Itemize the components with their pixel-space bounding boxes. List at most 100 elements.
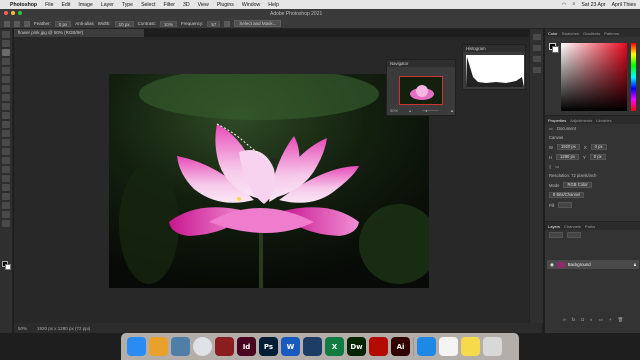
dock-launchpad-icon[interactable]: [149, 337, 168, 356]
eraser-tool-icon[interactable]: [2, 130, 10, 137]
menu-3d[interactable]: 3D: [183, 2, 190, 8]
zoom-in-icon[interactable]: ▲: [450, 108, 454, 114]
dock-notes-icon[interactable]: [461, 337, 480, 356]
status-zoom[interactable]: 50%: [18, 326, 27, 331]
canvas-y-field[interactable]: 0 px: [589, 154, 606, 160]
new-selection-icon[interactable]: [14, 20, 20, 27]
type-tool-icon[interactable]: [2, 175, 10, 182]
eyedropper-tool-icon[interactable]: [2, 85, 10, 92]
blend-mode-select[interactable]: [567, 232, 581, 238]
dock-photo-booth-icon[interactable]: [215, 337, 234, 356]
minimize-window-button[interactable]: [11, 11, 15, 15]
dock-preview-icon[interactable]: [171, 337, 190, 356]
portrait-icon[interactable]: ▯: [549, 164, 551, 169]
dock-illustrator-icon[interactable]: Ai: [391, 337, 410, 356]
dock-quicktime-icon[interactable]: [303, 337, 322, 356]
mode-select[interactable]: RGB Color: [563, 182, 592, 188]
navigator-zoom-value[interactable]: 50%: [390, 108, 398, 114]
move-tool-icon[interactable]: [2, 31, 10, 38]
menu-app-name[interactable]: Photoshop: [10, 2, 37, 8]
lock-icon[interactable]: 🔒︎: [634, 262, 636, 267]
menu-select[interactable]: Select: [141, 2, 155, 8]
select-and-mask-button[interactable]: Select and Mask...: [234, 20, 282, 27]
layer-row-background[interactable]: ◉ Background 🔒︎: [547, 260, 639, 269]
dock-indesign-icon[interactable]: Id: [237, 337, 256, 356]
quick-select-tool-icon[interactable]: [2, 58, 10, 65]
history-icon[interactable]: [533, 34, 541, 40]
dock-photoshop-icon[interactable]: Ps: [259, 337, 278, 356]
blur-tool-icon[interactable]: [2, 148, 10, 155]
status-doc-info[interactable]: 1920 px x 1280 px (72 ppi): [37, 326, 90, 331]
menu-image[interactable]: Image: [78, 2, 92, 8]
tab-swatches[interactable]: Swatches: [562, 31, 579, 36]
trash-icon[interactable]: 🗑︎: [618, 317, 624, 323]
feather-input[interactable]: 0 px: [54, 20, 72, 27]
width-input[interactable]: 10 px: [114, 20, 134, 27]
brush-tool-icon[interactable]: [2, 103, 10, 110]
contrast-input[interactable]: 10%: [159, 20, 177, 27]
hand-tool-icon[interactable]: [2, 202, 10, 209]
color-background-swatch[interactable]: [552, 46, 559, 53]
dock-dreamweaver-icon[interactable]: Dw: [347, 337, 366, 356]
lasso-tool-icon[interactable]: [2, 49, 10, 56]
menu-view[interactable]: View: [198, 2, 209, 8]
menu-filter[interactable]: Filter: [163, 2, 175, 8]
dodge-tool-icon[interactable]: [2, 157, 10, 164]
gradient-tool-icon[interactable]: [2, 139, 10, 146]
magnetic-lasso-icon[interactable]: [4, 20, 10, 27]
navigator-thumbnail[interactable]: [399, 76, 443, 105]
tab-adjustments[interactable]: Adjustments: [570, 118, 592, 123]
document-tab[interactable]: flower pink.jpg @ 50% (RGB/8#): [14, 29, 144, 37]
clock[interactable]: Sat 23 Apr: [581, 2, 605, 8]
search-icon[interactable]: ⌕: [572, 1, 575, 8]
tab-color[interactable]: Color: [548, 31, 558, 36]
zoom-slider[interactable]: ─●────: [422, 108, 439, 114]
dock-finder-icon[interactable]: [127, 337, 146, 356]
menu-help[interactable]: Help: [268, 2, 279, 8]
frequency-input[interactable]: 57: [207, 20, 221, 27]
more-tools-icon[interactable]: [2, 220, 10, 227]
close-window-button[interactable]: [4, 11, 8, 15]
tab-gradients[interactable]: Gradients: [583, 31, 600, 36]
frame-tool-icon[interactable]: [2, 76, 10, 83]
character-icon[interactable]: [533, 56, 541, 62]
pen-tool-icon[interactable]: [2, 166, 10, 173]
tab-patterns[interactable]: Patterns: [604, 31, 619, 36]
bit-depth-select[interactable]: 8 Bits/Channel: [549, 192, 585, 198]
dock-trash-icon[interactable]: [483, 337, 502, 356]
menu-window[interactable]: Window: [242, 2, 260, 8]
menu-edit[interactable]: Edit: [61, 2, 70, 8]
landscape-icon[interactable]: ▭: [555, 164, 559, 169]
shape-tool-icon[interactable]: [2, 193, 10, 200]
fill-select[interactable]: [558, 202, 573, 208]
crop-tool-icon[interactable]: [2, 67, 10, 74]
menu-type[interactable]: Type: [122, 2, 133, 8]
dock-word-icon[interactable]: W: [281, 337, 300, 356]
history-brush-tool-icon[interactable]: [2, 121, 10, 128]
tab-properties[interactable]: Properties: [548, 118, 566, 123]
navigator-panel[interactable]: Navigator 50% ▴ ─●──── ▲: [386, 59, 456, 116]
healing-brush-tool-icon[interactable]: [2, 94, 10, 101]
zoom-out-icon[interactable]: ▴: [409, 108, 411, 114]
fx-icon[interactable]: fx: [572, 317, 576, 323]
wifi-icon[interactable]: ◠: [562, 2, 567, 8]
dock-textedit-icon[interactable]: [439, 337, 458, 356]
histogram-panel[interactable]: Histogram: [462, 44, 526, 90]
dock-acrobat-icon[interactable]: [369, 337, 388, 356]
canvas-x-field[interactable]: 0 px: [590, 144, 607, 150]
group-icon[interactable]: ▭: [599, 317, 603, 323]
new-layer-icon[interactable]: +: [609, 317, 612, 323]
menu-plugins[interactable]: Plugins: [217, 2, 234, 8]
menu-layer[interactable]: Layer: [101, 2, 114, 8]
add-selection-icon[interactable]: [24, 20, 30, 27]
zoom-window-button[interactable]: [18, 11, 22, 15]
layer-kind-filter[interactable]: [549, 232, 563, 238]
clone-stamp-tool-icon[interactable]: [2, 112, 10, 119]
paragraph-icon[interactable]: [533, 67, 541, 73]
user-name[interactable]: April Thies: [612, 2, 636, 8]
mask-icon[interactable]: ◘: [581, 317, 584, 323]
antialias-checkbox[interactable]: Anti-alias: [75, 21, 94, 26]
tab-paths[interactable]: Paths: [585, 224, 595, 229]
visibility-eye-icon[interactable]: ◉: [550, 262, 554, 268]
canvas-width-field[interactable]: 1920 px: [556, 144, 580, 150]
